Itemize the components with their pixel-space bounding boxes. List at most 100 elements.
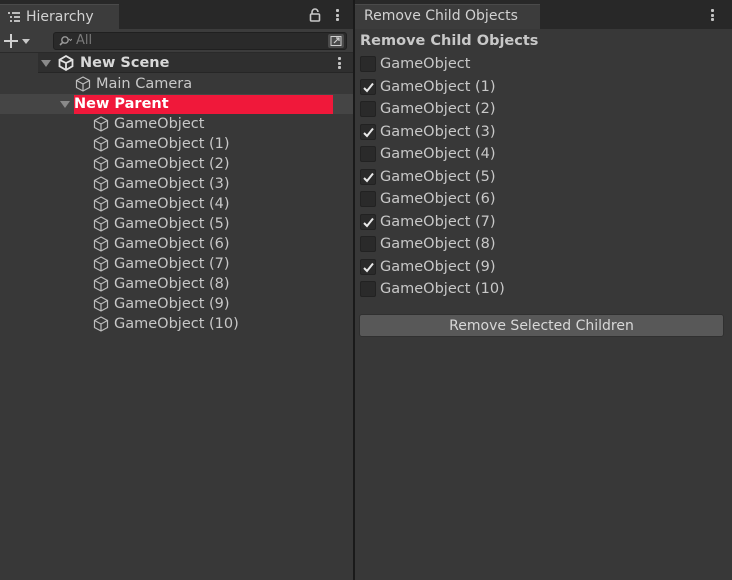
- hierarchy-item-label: GameObject (1): [114, 136, 230, 152]
- search-by-type-icon[interactable]: [328, 34, 344, 48]
- checkmark-icon: [363, 172, 374, 182]
- child-label: GameObject (5): [380, 168, 496, 185]
- child-checkbox-row[interactable]: GameObject (10): [360, 279, 720, 299]
- cube-icon: [93, 216, 109, 232]
- hierarchy-item-label: GameObject (7): [114, 256, 230, 272]
- hierarchy-item-gameobject-2[interactable]: GameObject (2): [0, 154, 353, 174]
- hierarchy-item-label: GameObject (3): [114, 176, 230, 192]
- child-label: GameObject (4): [380, 146, 496, 162]
- child-label: GameObject (2): [380, 101, 496, 117]
- plus-icon: [4, 34, 18, 48]
- hierarchy-item-label: GameObject (9): [114, 296, 230, 312]
- checkbox-unchecked[interactable]: [360, 101, 376, 117]
- remove-child-objects-tab[interactable]: Remove Child Objects: [355, 4, 540, 29]
- child-checkbox-row[interactable]: GameObject (3): [360, 122, 720, 142]
- cube-icon: [93, 156, 109, 172]
- checkbox-unchecked[interactable]: [360, 236, 376, 252]
- cube-icon: [93, 176, 109, 192]
- hierarchy-item-main-camera[interactable]: Main Camera: [0, 74, 353, 94]
- hierarchy-item-new-parent[interactable]: New Parent: [0, 94, 353, 114]
- cube-icon: [75, 76, 91, 92]
- hierarchy-tab-label: Hierarchy: [26, 9, 94, 25]
- chevron-down-icon: [22, 38, 30, 44]
- child-label: GameObject (3): [380, 123, 496, 140]
- remove-panel-menu-icon[interactable]: [709, 7, 715, 23]
- checkmark-icon: [363, 217, 374, 227]
- expand-arrow-icon[interactable]: [41, 60, 51, 67]
- child-checkbox-row[interactable]: GameObject: [360, 54, 720, 74]
- search-icon: [59, 36, 72, 46]
- cube-icon: [93, 196, 109, 212]
- cube-icon: [93, 116, 109, 132]
- hierarchy-item-label: GameObject (2): [114, 156, 230, 172]
- hierarchy-item-label: GameObject (5): [114, 216, 230, 232]
- panel-heading: Remove Child Objects: [360, 33, 539, 49]
- lock-icon[interactable]: [308, 8, 322, 22]
- hierarchy-item-label: GameObject: [114, 116, 205, 132]
- unity-logo-icon: [58, 54, 74, 72]
- hierarchy-menu-icon[interactable]: [334, 7, 340, 23]
- checkbox-unchecked[interactable]: [360, 281, 376, 297]
- hierarchy-item-label: GameObject (4): [114, 196, 230, 212]
- expand-arrow-icon[interactable]: [60, 101, 70, 108]
- hierarchy-item-gameobject-3[interactable]: GameObject (3): [0, 174, 353, 194]
- hierarchy-item-gameobject-5[interactable]: GameObject (5): [0, 214, 353, 234]
- hierarchy-item-gameobject[interactable]: GameObject: [0, 114, 353, 134]
- remove-tab-label: Remove Child Objects: [364, 8, 518, 24]
- checkmark-icon: [363, 262, 374, 272]
- hierarchy-item-gameobject-9[interactable]: GameObject (9): [0, 294, 353, 314]
- hierarchy-item-label: GameObject (10): [114, 316, 239, 332]
- child-checkbox-row[interactable]: GameObject (9): [360, 257, 720, 277]
- cube-icon: [93, 316, 109, 332]
- hierarchy-item-label: New Parent: [74, 96, 169, 112]
- hierarchy-item-gameobject-4[interactable]: GameObject (4): [0, 194, 353, 214]
- cube-icon: [93, 276, 109, 292]
- child-checkbox-row[interactable]: GameObject (8): [360, 234, 720, 254]
- child-label: GameObject (7): [380, 213, 496, 230]
- remove-child-objects-panel: Remove Child Objects Remove Child Object…: [355, 0, 732, 580]
- search-input[interactable]: All: [53, 32, 347, 50]
- child-checkbox-row[interactable]: GameObject (5): [360, 167, 720, 187]
- hierarchy-tab[interactable]: Hierarchy: [0, 4, 119, 29]
- checkbox-checked[interactable]: [360, 213, 376, 230]
- child-checkbox-row[interactable]: GameObject (2): [360, 99, 720, 119]
- hierarchy-item-gameobject-8[interactable]: GameObject (8): [0, 274, 353, 294]
- child-checkbox-row[interactable]: GameObject (1): [360, 77, 720, 97]
- scene-row[interactable]: New Scene: [0, 53, 353, 73]
- hierarchy-item-label: GameObject (6): [114, 236, 230, 252]
- checkbox-checked[interactable]: [360, 78, 376, 95]
- checkbox-checked[interactable]: [360, 258, 376, 275]
- checkbox-unchecked[interactable]: [360, 191, 376, 207]
- scene-menu-icon[interactable]: [336, 55, 342, 71]
- child-label: GameObject: [380, 56, 471, 72]
- child-checkbox-row[interactable]: GameObject (4): [360, 144, 720, 164]
- create-dropdown-button[interactable]: [4, 32, 40, 50]
- hierarchy-item-gameobject-6[interactable]: GameObject (6): [0, 234, 353, 254]
- cube-icon: [93, 136, 109, 152]
- checkbox-checked[interactable]: [360, 168, 376, 185]
- remove-panel-tab-bar: Remove Child Objects: [355, 0, 732, 29]
- cube-icon: [93, 236, 109, 252]
- checkbox-checked[interactable]: [360, 123, 376, 140]
- checkbox-unchecked[interactable]: [360, 146, 376, 162]
- remove-selected-children-button[interactable]: Remove Selected Children: [359, 314, 724, 337]
- child-checkbox-row[interactable]: GameObject (6): [360, 189, 720, 209]
- hierarchy-item-gameobject-7[interactable]: GameObject (7): [0, 254, 353, 274]
- child-label: GameObject (6): [380, 191, 496, 207]
- hierarchy-item-label: Main Camera: [96, 76, 193, 92]
- child-label: GameObject (10): [380, 281, 505, 297]
- cube-icon: [93, 296, 109, 312]
- hierarchy-toolbar: All: [0, 29, 353, 53]
- hierarchy-item-gameobject-10[interactable]: GameObject (10): [0, 314, 353, 334]
- hierarchy-list-icon: [8, 12, 20, 22]
- checkmark-icon: [363, 82, 374, 92]
- child-label: GameObject (1): [380, 78, 496, 95]
- cube-icon: [93, 256, 109, 272]
- hierarchy-item-gameobject-1[interactable]: GameObject (1): [0, 134, 353, 154]
- child-label: GameObject (8): [380, 236, 496, 252]
- scene-name: New Scene: [80, 55, 170, 71]
- hierarchy-item-label: GameObject (8): [114, 276, 230, 292]
- child-checkbox-row[interactable]: GameObject (7): [360, 212, 720, 232]
- checkbox-unchecked[interactable]: [360, 56, 376, 72]
- child-label: GameObject (9): [380, 258, 496, 275]
